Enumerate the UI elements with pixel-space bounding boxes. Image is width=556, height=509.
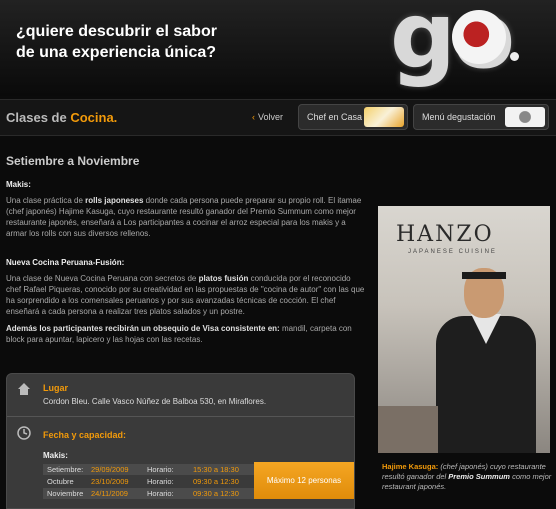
page-title: Clases de Cocina. bbox=[6, 110, 117, 125]
back-label: Volver bbox=[258, 112, 284, 122]
place-title: Lugar bbox=[43, 383, 69, 393]
chef-food-thumbnail bbox=[364, 107, 404, 127]
chevron-left-icon: ‹ bbox=[252, 112, 255, 122]
schedule-row: Octubre 23/10/2009 Horario: 09:30 a 12:3… bbox=[43, 476, 255, 487]
schedule-time: 09:30 a 12:30 bbox=[193, 477, 239, 486]
makis-bold: rolls japoneses bbox=[85, 196, 144, 205]
schedule-month: Noviembre bbox=[47, 489, 84, 498]
capacity-badge: Máximo 12 personas bbox=[254, 462, 354, 499]
section-header: Clases de Cocina. ‹ Volver Chef en Casa M… bbox=[0, 99, 556, 136]
menu-dish-thumbnail bbox=[505, 107, 545, 127]
info-panel: Lugar Cordon Bleu. Calle Vasco Núñez de … bbox=[6, 373, 355, 509]
schedule-date: 24/11/2009 bbox=[91, 489, 128, 498]
tagline: ¿quiere descubrir el sabor de una experi… bbox=[16, 21, 217, 63]
chef-figure-headband bbox=[462, 272, 506, 279]
schedule-month: Octubre bbox=[47, 477, 74, 486]
tagline-line-2: de una experiencia única? bbox=[16, 44, 217, 61]
schedule-time-label: Horario: bbox=[147, 477, 174, 486]
tagline-line-1: ¿quiere descubrir el sabor bbox=[16, 23, 217, 40]
caption-bold: Premio Summum bbox=[448, 472, 510, 481]
gift-bold: Además los participantes recibirán un ob… bbox=[6, 324, 280, 333]
schedule-row: Setiembre: 29/09/2009 Horario: 15:30 a 1… bbox=[43, 464, 255, 475]
fusion-heading: Nueva Cocina Peruana-Fusión: bbox=[6, 258, 125, 267]
page-title-plain: Clases de bbox=[6, 110, 71, 125]
makis-heading: Makis: bbox=[6, 180, 31, 189]
info-divider bbox=[7, 416, 354, 417]
schedule-date: 23/10/2009 bbox=[91, 477, 129, 486]
schedule-time: 15:30 a 18:30 bbox=[193, 465, 239, 474]
chef-photo: HANZO JAPANESE CUISINE bbox=[378, 206, 550, 453]
logo-dot bbox=[510, 52, 519, 61]
schedule-time: 09:30 a 12:30 bbox=[193, 489, 239, 498]
period-heading: Setiembre a Noviembre bbox=[6, 154, 140, 168]
caption-name: Hajime Kasuga: bbox=[382, 462, 439, 471]
restaurant-sign-sub: JAPANESE CUISINE bbox=[408, 249, 497, 255]
clock-icon bbox=[17, 426, 31, 440]
main-content: Setiembre a Noviembre Makis: Una clase p… bbox=[6, 154, 366, 353]
logo-dish-image bbox=[452, 10, 506, 64]
home-icon bbox=[18, 383, 30, 395]
gift-description: Además los participantes recibirán un ob… bbox=[6, 323, 366, 345]
back-link[interactable]: ‹ Volver bbox=[252, 112, 283, 122]
makis-text-1: Una clase práctica de bbox=[6, 196, 86, 205]
tab-menu-degustacion[interactable]: Menú degustación bbox=[413, 104, 549, 130]
schedule-makis-label: Makis: bbox=[43, 451, 68, 460]
go-logo[interactable]: go bbox=[390, 0, 530, 96]
fusion-bold: platos fusión bbox=[198, 274, 249, 283]
schedule-row: Noviembre 24/11/2009 Horario: 09:30 a 12… bbox=[43, 488, 255, 499]
hero-banner: ¿quiere descubrir el sabor de una experi… bbox=[0, 0, 556, 96]
schedule-time-label: Horario: bbox=[147, 489, 174, 498]
tab-chef-label: Chef en Casa bbox=[307, 112, 363, 122]
table-dishes bbox=[378, 406, 438, 453]
date-title: Fecha y capacidad: bbox=[43, 430, 127, 440]
schedule-date: 29/09/2009 bbox=[91, 465, 129, 474]
page-title-accent: Cocina. bbox=[70, 110, 118, 125]
tab-chef-en-casa[interactable]: Chef en Casa bbox=[298, 104, 408, 130]
place-text: Cordon Bleu. Calle Vasco Núñez de Balboa… bbox=[43, 397, 267, 406]
schedule-month: Setiembre: bbox=[47, 465, 84, 474]
restaurant-sign: HANZO bbox=[396, 222, 494, 247]
makis-description: Una clase práctica de rolls japoneses do… bbox=[6, 195, 366, 239]
tab-menu-label: Menú degustación bbox=[422, 112, 496, 122]
fusion-description: Una clase de Nueva Cocina Peruana con se… bbox=[6, 273, 366, 317]
photo-caption: Hajime Kasuga: (chef japonés) cuyo resta… bbox=[382, 462, 554, 492]
fusion-text-1: Una clase de Nueva Cocina Peruana con se… bbox=[6, 274, 199, 283]
schedule-time-label: Horario: bbox=[147, 465, 174, 474]
